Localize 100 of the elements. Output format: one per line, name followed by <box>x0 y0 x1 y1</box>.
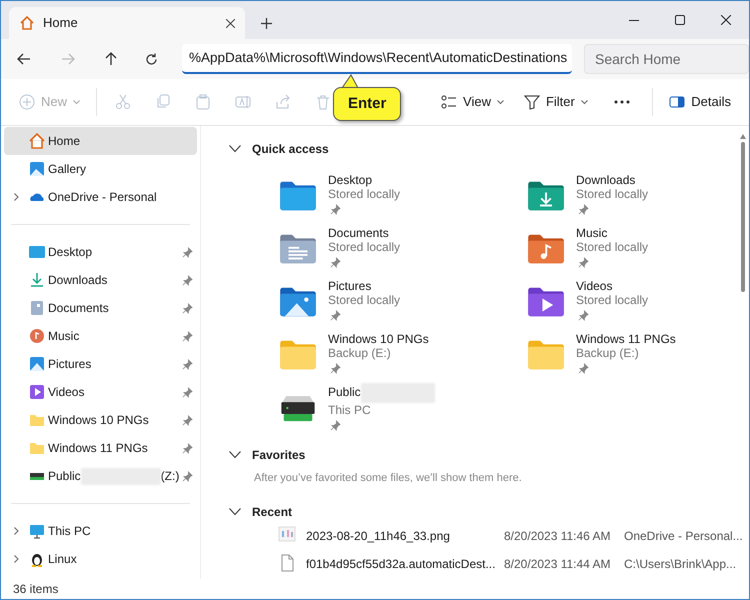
folder-location: This PC <box>328 403 372 417</box>
filter-button[interactable]: Filter <box>518 86 594 118</box>
pin-icon <box>182 246 193 258</box>
file-date: 8/20/2023 11:46 AM <box>504 528 612 544</box>
chevron-icon[interactable] <box>229 508 241 516</box>
folder-name[interactable]: Pictures <box>328 279 372 293</box>
section-title[interactable]: Quick access <box>252 140 329 158</box>
sidebar-item[interactable]: Windows 11 PNGs <box>4 434 197 462</box>
sidebar-item[interactable]: Desktop <box>4 238 197 266</box>
details-pane-icon <box>669 94 686 110</box>
pin-icon <box>182 302 193 314</box>
folder-location: Stored locally <box>576 187 648 201</box>
download-icon <box>29 272 45 288</box>
folder-location: Backup (E:) <box>328 346 392 360</box>
caret-icon <box>580 100 588 104</box>
view-button[interactable]: View <box>435 86 510 118</box>
folder-name[interactable]: Windows 10 PNGs <box>328 332 429 346</box>
file-row[interactable]: f01b4d95cf55d32a.automaticDest... 8/20/2023 11:44 AM C:\Users\Brink\App... <box>229 550 749 578</box>
new-tab-icon[interactable] <box>261 18 272 29</box>
folder-location: Stored locally <box>328 293 400 307</box>
folder-name[interactable]: Public <box>328 385 361 403</box>
pin-icon <box>182 386 193 398</box>
filter-icon <box>524 94 540 110</box>
folder-name[interactable]: Desktop <box>328 173 372 187</box>
pin-icon <box>182 414 193 426</box>
more-icon <box>614 100 630 104</box>
folder-location: Stored locally <box>328 187 400 201</box>
address-text: %AppData%\Microsoft\Windows\Recent\AutomaticDestinations <box>189 48 568 67</box>
home-icon <box>19 15 35 31</box>
music-icon <box>29 328 45 344</box>
copy-icon <box>155 94 172 110</box>
details-button[interactable]: Details <box>663 86 737 118</box>
section-title[interactable]: Favorites <box>252 446 306 464</box>
folder-location: Stored locally <box>576 240 648 254</box>
close-icon[interactable] <box>721 15 731 25</box>
address-field[interactable]: %AppData%\Microsoft\Windows\Recent\AutomaticDestinations <box>182 44 572 74</box>
trash-icon <box>315 94 332 110</box>
folder-location: Stored locally <box>328 240 400 254</box>
pin-icon <box>182 358 193 370</box>
expand-chevron-icon <box>14 555 19 563</box>
caret-icon <box>73 100 80 104</box>
close-tab-icon <box>226 18 235 28</box>
chevron-icon[interactable] <box>229 451 241 459</box>
file-location: C:\Users\Brink\App... <box>624 556 736 572</box>
folder-icon <box>29 440 45 456</box>
sidebar-item[interactable]: OneDrive - Personal <box>4 183 197 211</box>
clipboard-icon <box>195 94 212 110</box>
gallery-icon <box>29 161 45 177</box>
file-row[interactable]: 2023-08-20_11h46_33.png 8/20/2023 11:46 AM OneDrive - Personal... <box>229 522 749 550</box>
sidebar-item[interactable]: Music <box>4 322 197 350</box>
folder-location: Backup (E:) <box>576 346 640 360</box>
file-date: 8/20/2023 11:44 AM <box>504 556 612 572</box>
home-icon <box>29 133 45 149</box>
folder-name[interactable]: Windows 11 PNGs <box>576 332 676 346</box>
video-icon <box>29 384 45 400</box>
share-icon <box>275 94 292 110</box>
pin-icon <box>182 470 193 482</box>
up-icon[interactable] <box>105 52 117 66</box>
folder-name[interactable]: Videos <box>576 279 612 293</box>
search-field[interactable]: Search Home <box>584 44 749 74</box>
chevron-icon[interactable] <box>229 145 241 153</box>
sidebar-item[interactable]: Downloads <box>4 266 197 294</box>
pin-icon <box>182 330 193 342</box>
scroll-up-icon[interactable] <box>740 134 746 139</box>
sidebar-item[interactable]: Gallery <box>4 155 197 183</box>
back-icon[interactable] <box>17 53 31 65</box>
plus-circle-icon <box>19 94 35 110</box>
section-title[interactable]: Recent <box>252 502 292 520</box>
sidebar-item[interactable]: This PC <box>4 517 197 545</box>
penguin-icon <box>29 551 45 567</box>
desktop-icon <box>29 244 45 260</box>
folder-name[interactable]: Music <box>576 226 608 240</box>
rename-icon <box>235 94 252 110</box>
document-icon <box>29 300 45 316</box>
maximize-icon[interactable] <box>675 15 685 25</box>
refresh-icon[interactable] <box>145 52 158 66</box>
pin-icon <box>182 274 193 286</box>
search-placeholder: Search Home <box>595 50 681 68</box>
monitor-icon <box>29 523 45 539</box>
folder-name[interactable]: Downloads <box>576 173 636 187</box>
pin-icon <box>182 442 193 454</box>
picture-icon <box>29 356 45 372</box>
view-icon <box>441 94 458 110</box>
callout-pointer <box>341 74 359 88</box>
sidebar-item[interactable]: Public (Z:) <box>4 462 197 490</box>
sidebar-item[interactable]: Linux <box>4 545 197 573</box>
scissors-icon <box>115 94 132 110</box>
caret-icon <box>496 100 504 104</box>
sidebar-item[interactable]: Windows 10 PNGs <box>4 406 197 434</box>
tab[interactable]: Home <box>9 7 245 39</box>
folder-icon <box>29 412 45 428</box>
folder-name[interactable]: Documents <box>328 226 389 240</box>
expand-chevron-icon <box>14 527 19 535</box>
sidebar-item[interactable]: Pictures <box>4 350 197 378</box>
sidebar-item[interactable]: Videos <box>4 378 197 406</box>
file-location: OneDrive - Personal... <box>624 528 743 544</box>
expand-chevron-icon <box>14 193 19 201</box>
sidebar-item[interactable]: Home <box>4 127 197 155</box>
sidebar-item[interactable]: Documents <box>4 294 197 322</box>
item-count: 36 items <box>13 581 58 598</box>
